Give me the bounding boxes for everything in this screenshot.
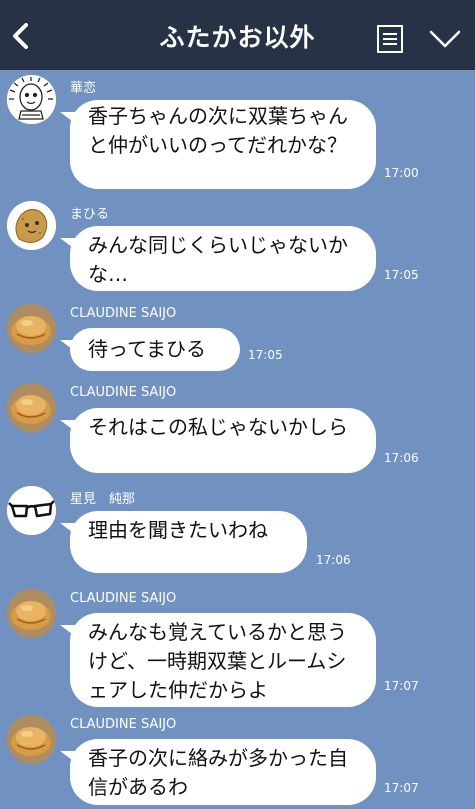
message-time: 17:06: [384, 451, 419, 465]
bread-avatar[interactable]: [7, 304, 56, 353]
message-text: 香子ちゃんの次に双葉ちゃんと仲がいいのってだれかな？: [88, 104, 348, 157]
message-text: みんな同じくらいじゃないかな…: [88, 233, 348, 286]
sender-name: まひる: [70, 207, 110, 222]
message-time: 17:06: [316, 553, 351, 567]
message-text: 香子の次に絡みが多かった自信があるわ: [88, 746, 348, 799]
message-bubble[interactable]: 理由を聞きたいわね: [60, 511, 307, 573]
bread-avatar[interactable]: [7, 589, 56, 638]
message-bubble[interactable]: それはこの私じゃないかしら: [60, 408, 376, 473]
message-time: 17:05: [384, 268, 419, 282]
bread-avatar[interactable]: [7, 715, 56, 764]
bubble-tail: [60, 420, 76, 432]
message-bubble[interactable]: みんな同じくらいじゃないかな…: [60, 226, 376, 291]
message-text: 理由を聞きたいわね: [88, 518, 268, 542]
bubble-tail: [60, 523, 76, 535]
message-text: それはこの私じゃないかしら: [88, 415, 348, 439]
list-document-icon[interactable]: [376, 24, 404, 54]
message-text: みんなも覚えているかと思うけど、一時期双葉とルームシェアした仲だからよ: [88, 620, 347, 702]
message-bubble[interactable]: みんなも覚えているかと思うけど、一時期双葉とルームシェアした仲だからよ: [60, 613, 376, 707]
sender-name: 星見 純那: [70, 492, 136, 507]
message-time: 17:05: [248, 348, 283, 362]
chevron-down-icon[interactable]: [428, 28, 462, 50]
potato-avatar[interactable]: [7, 201, 56, 250]
sender-name: 華恋: [70, 81, 97, 96]
bubble-tail: [60, 238, 76, 250]
bread-avatar[interactable]: [7, 383, 56, 432]
message-time: 17:07: [384, 679, 419, 693]
message-bubble[interactable]: 香子ちゃんの次に双葉ちゃんと仲がいいのってだれかな？: [60, 100, 376, 189]
message-time: 17:00: [384, 166, 419, 180]
chat-header: ふたかお以外: [0, 0, 475, 70]
sender-name: CLAUDINE SAIJO: [70, 717, 177, 732]
bubble-tail: [60, 625, 76, 637]
message-text: 待ってまひる: [88, 337, 206, 361]
sender-name: CLAUDINE SAIJO: [70, 591, 177, 606]
bubble-tail: [60, 340, 76, 352]
message-time: 17:07: [384, 781, 419, 795]
bubble-tail: [60, 751, 76, 763]
bubble-tail: [60, 112, 76, 124]
sender-name: CLAUDINE SAIJO: [70, 385, 177, 400]
message-bubble[interactable]: 待ってまひる: [60, 328, 240, 371]
doodle-face-avatar[interactable]: [7, 75, 56, 124]
glasses-avatar[interactable]: [7, 486, 56, 535]
message-bubble[interactable]: 香子の次に絡みが多かった自信があるわ: [60, 739, 376, 805]
sender-name: CLAUDINE SAIJO: [70, 306, 177, 321]
